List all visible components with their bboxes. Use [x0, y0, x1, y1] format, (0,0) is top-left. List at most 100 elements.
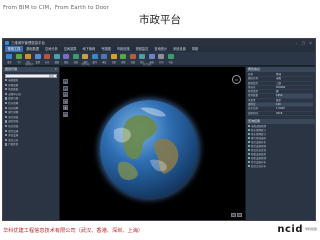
compass-icon[interactable]: N — [232, 75, 241, 84]
minimize-icon[interactable]: – — [294, 41, 299, 45]
viewer-tool-icon[interactable]: ✥ — [63, 105, 68, 110]
panel-close-icon[interactable]: × — [54, 67, 57, 72]
property-value: 显示 — [276, 98, 282, 102]
bullet-icon — [248, 136, 250, 139]
layer-item-label: 井盖设施 — [8, 134, 19, 138]
ribbon-tool-icon — [91, 53, 98, 59]
property-key: 显示比例 — [248, 107, 259, 111]
property-value: 2018 — [276, 111, 283, 115]
layer-item-label: 给水管网 — [8, 102, 19, 106]
bullet-icon — [248, 160, 250, 163]
layer-item-label: 通信管线 — [8, 120, 19, 124]
layer-item-label: 燃气管网 — [8, 111, 19, 115]
checkbox-icon[interactable] — [5, 88, 8, 91]
property-value: 区域 — [276, 73, 282, 76]
checkbox-icon[interactable] — [5, 124, 8, 128]
layer-item-label: 行政区划 — [8, 143, 19, 147]
result-item-label: 燃气管线巡检 — [251, 136, 267, 140]
props-title: 属性信息 — [248, 67, 261, 71]
layer-item-label: 道路中心线 — [8, 92, 21, 96]
checkbox-icon[interactable] — [5, 115, 8, 118]
viewer-tool-icon[interactable]: − — [63, 85, 68, 91]
bullet-icon — [248, 124, 250, 127]
ribbon-tool-icon — [120, 53, 127, 59]
viewer-tool-icon[interactable]: ⟲ — [63, 98, 68, 104]
globe-viewer[interactable]: + − ⌂ ⟲ ✥ ◎ N — [60, 67, 245, 220]
checkbox-icon[interactable] — [5, 92, 8, 95]
property-key: 更新时间 — [248, 111, 259, 115]
ribbon-tool-icon — [82, 53, 89, 59]
bullet-icon — [248, 156, 250, 159]
checkbox-icon[interactable] — [5, 83, 8, 86]
layer-item-label: 电力管线 — [8, 115, 19, 119]
checkbox-icon[interactable] — [5, 138, 8, 141]
ribbon-tool-icon — [44, 53, 51, 59]
layer-item-label: 影像底图 — [8, 83, 19, 87]
layer-tree: 基础图层 影像底图 地形数据 道路中心线 建筑白模 给水管网 排水管网 燃气管网 电力管线 通信管… — [3, 79, 59, 148]
bullet-icon — [248, 152, 250, 155]
property-key: 要素类型 — [248, 90, 259, 94]
bullet-icon — [248, 132, 250, 135]
bullet-icon — [248, 128, 250, 131]
property-value: 100 — [276, 103, 313, 107]
checkbox-icon[interactable] — [5, 129, 8, 132]
layer-search-input[interactable]: 搜索 — [5, 73, 57, 78]
maximize-icon[interactable]: □ — [301, 41, 306, 45]
ribbon-tool-icon — [25, 53, 32, 59]
checkbox-icon[interactable] — [5, 101, 8, 105]
ribbon-tool-icon — [53, 53, 60, 59]
checkbox-icon[interactable] — [5, 120, 8, 123]
bullet-icon — [248, 148, 250, 151]
checkbox-icon[interactable] — [5, 111, 8, 114]
checkbox-icon[interactable] — [5, 106, 8, 109]
property-row[interactable]: 更新时间 2018 — [248, 112, 313, 116]
viewer-tool-icon[interactable]: ◎ — [63, 111, 68, 117]
property-key: 要素数量 — [248, 94, 259, 98]
checkbox-icon[interactable] — [5, 134, 8, 137]
bullet-icon — [248, 144, 250, 147]
layer-item[interactable]: 行政区划 — [5, 143, 57, 148]
result-list-item[interactable]: 监控点位分布 — [248, 164, 313, 169]
window-title: 三维城市管理信息平台 — [11, 41, 45, 45]
result-item-label: 路灯设施管理 — [251, 144, 267, 148]
zoom-extent-icon[interactable] — [230, 213, 236, 217]
property-key: 坐标系 — [248, 85, 256, 89]
fullscreen-icon[interactable] — [237, 213, 242, 217]
ribbon-groups: 基础操作 空间分析 统计输出 — [3, 62, 315, 66]
bullet-icon — [248, 140, 250, 143]
layer-item-label: 监控点位 — [8, 138, 19, 142]
property-key: 名称 — [248, 73, 254, 76]
ribbon-tool-icon — [110, 53, 117, 59]
property-value: 1250 — [276, 94, 313, 98]
app-window: 三维城市管理信息平台 – □ × 常用工具 基础数据 空间分析 空间量算 地下管网 专题图… — [2, 38, 316, 221]
viewer-tool-icon[interactable]: ⌂ — [63, 92, 68, 97]
checkbox-icon[interactable] — [5, 79, 8, 82]
ribbon-tool-icon — [34, 53, 41, 59]
property-key: 图层名称 — [248, 77, 259, 81]
result-item-label: 排水管网统计 — [251, 132, 267, 136]
layer-item-label: 路灯设施 — [8, 129, 19, 133]
viewer-tool-icon[interactable]: + — [63, 79, 68, 84]
result-item-label: 电力设施分布 — [251, 140, 267, 144]
property-key: 透明度 — [248, 103, 256, 107]
ribbon-group-label: 统计输出 — [143, 63, 152, 66]
ribbon-tool-icon — [148, 53, 155, 59]
checkbox-icon[interactable] — [5, 143, 8, 146]
ribbon-tool-icon — [101, 53, 108, 59]
ribbon-toolbar: 漫游 飞行 定位 量测 标注 截图 图层 剖面 通视 缓冲 淹没 日照 视域 挖填 统计 报表 打印 导出 基础操作… — [3, 52, 315, 66]
property-value: 1:5000 — [276, 107, 285, 111]
logo-word: ncid — [277, 224, 303, 235]
property-key: 可见性 — [248, 98, 256, 102]
property-key: 数据类型 — [248, 81, 259, 85]
layer-item-label: 热力管线 — [8, 125, 19, 129]
result-item-label: 市政道路管理 — [251, 124, 267, 128]
result-item-label: 绿化设施管理 — [251, 156, 267, 160]
company-logo: ncid 华科优建 — [277, 224, 317, 235]
window-titlebar: 三维城市管理信息平台 – □ × — [3, 39, 315, 46]
layer-panel-title: 图层管理 — [5, 67, 18, 71]
layer-item-label: 基础图层 — [8, 79, 19, 83]
bullet-icon — [248, 164, 250, 167]
close-icon[interactable]: × — [308, 41, 313, 45]
checkbox-icon[interactable] — [5, 97, 8, 100]
earth-globe[interactable] — [100, 100, 198, 198]
